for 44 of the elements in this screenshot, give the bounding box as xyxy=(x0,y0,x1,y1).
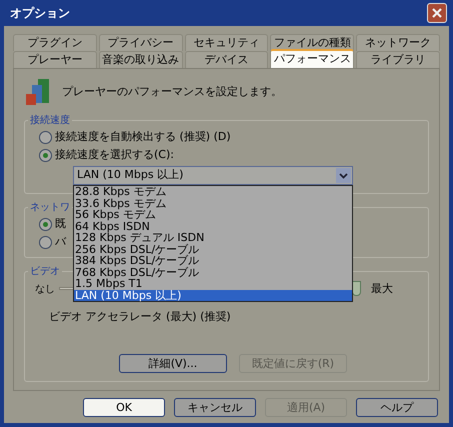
dropdown-option[interactable]: 1.5 Mbps T1 xyxy=(74,278,352,290)
tab[interactable]: プレーヤー xyxy=(13,51,97,68)
tab[interactable]: ライブラリ xyxy=(356,51,440,68)
group-label: 接続速度 xyxy=(29,114,71,128)
radio-button[interactable] xyxy=(39,236,52,248)
tab[interactable]: 音楽の取り込み xyxy=(98,51,183,68)
group-label: ネットワ xyxy=(29,201,71,215)
tab[interactable]: デバイス xyxy=(184,51,268,68)
dialog-button[interactable]: OK xyxy=(83,398,165,416)
radio-label: バ xyxy=(55,234,66,250)
dropdown-option[interactable]: 33.6 Kbps モデム xyxy=(74,198,352,209)
close-icon xyxy=(431,7,443,19)
tab[interactable]: ネットワーク xyxy=(356,34,440,51)
dialog-button[interactable]: キャンセル xyxy=(174,398,256,416)
dialog-button[interactable]: 詳細(V)... xyxy=(119,354,227,373)
dropdown-option[interactable]: 64 Kbps ISDN xyxy=(74,220,352,232)
performance-icon xyxy=(24,77,52,107)
dropdown-option[interactable]: 56 Kbps モデム xyxy=(74,209,352,220)
slider-min-label: なし xyxy=(35,282,55,296)
slider-max-label: 最大 xyxy=(371,280,393,297)
caret-icon xyxy=(339,172,348,178)
dropdown-option[interactable]: 128 Kbps デュアル ISDN xyxy=(74,232,352,244)
radio-button[interactable] xyxy=(39,218,52,230)
tab[interactable]: セキュリティ xyxy=(184,34,268,51)
tab[interactable]: プラグイン xyxy=(13,34,97,51)
speed-dropdown[interactable]: LAN (10 Mbps 以上) xyxy=(73,166,353,185)
dropdown-option[interactable]: 384 Kbps DSL/ケーブル xyxy=(74,255,352,266)
radio-button[interactable] xyxy=(39,148,52,162)
slider-caption: ビデオ アクセラレータ (最大) (推奨) xyxy=(48,309,232,325)
close-button[interactable] xyxy=(427,3,447,23)
description-text: プレーヤーのパフォーマンスを設定します。 xyxy=(62,84,282,100)
group-label: ビデオ xyxy=(29,265,61,279)
dropdown-option[interactable]: LAN (10 Mbps 以上) xyxy=(74,290,352,301)
dropdown-option[interactable]: 28.8 Kbps モデム xyxy=(74,186,352,198)
radio-label: 接続速度を自動検出する (推奨) (D) xyxy=(55,128,231,145)
dropdown-option[interactable]: 256 Kbps DSL/ケーブル xyxy=(74,244,352,255)
dialog-button[interactable]: ヘルプ xyxy=(356,398,438,416)
radio-label: 接続速度を選択する(C): xyxy=(55,146,174,163)
window-title: オプション xyxy=(10,5,70,22)
radio-button[interactable] xyxy=(39,130,52,144)
dropdown-option[interactable]: 768 Kbps DSL/ケーブル xyxy=(74,266,352,278)
tab[interactable]: プライバシー xyxy=(98,34,183,51)
tab[interactable]: パフォーマンス xyxy=(270,49,354,68)
radio-label: 既 xyxy=(55,216,66,232)
